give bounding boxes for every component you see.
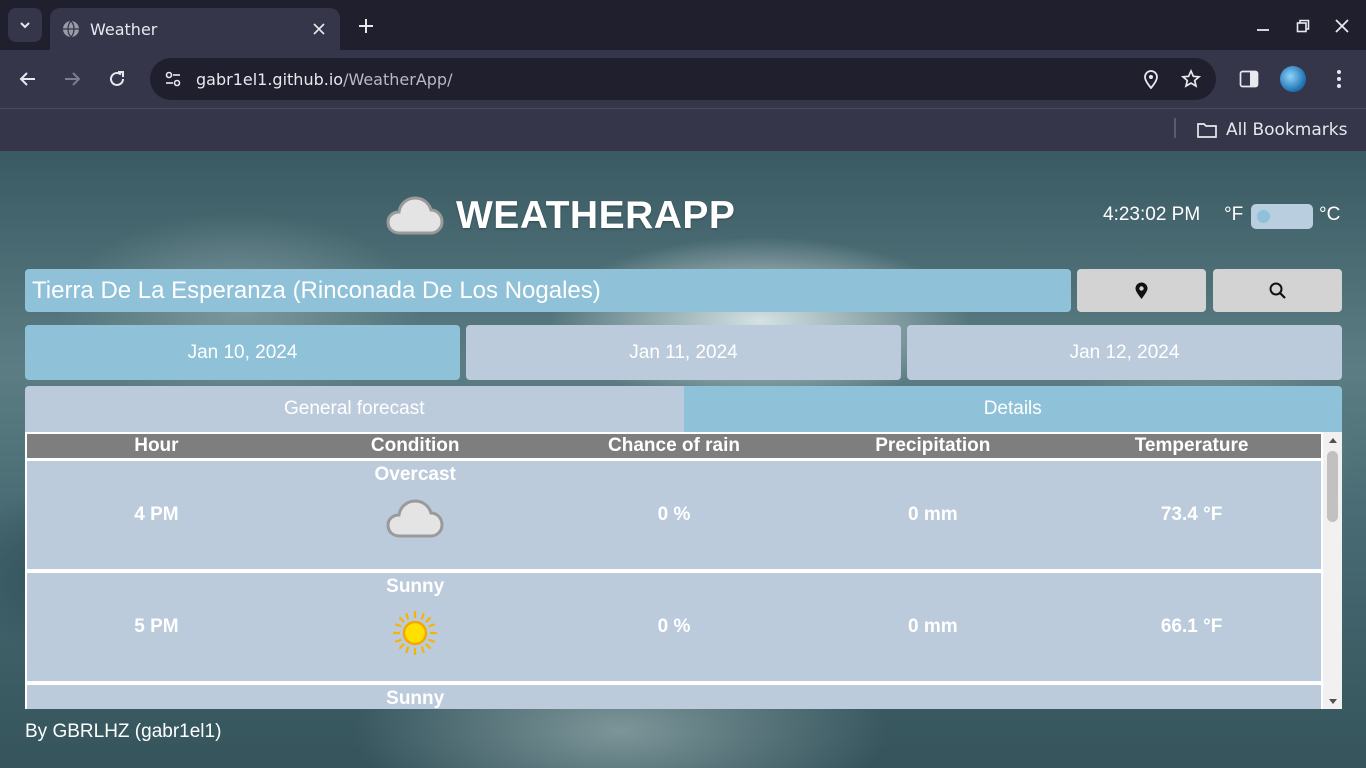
minimize-button[interactable] <box>1249 12 1277 40</box>
profile-avatar[interactable] <box>1280 66 1306 92</box>
new-tab-button[interactable] <box>352 12 380 40</box>
hour-cell: 4 PM <box>27 461 286 569</box>
table-header: Hour Condition Chance of rain Precipitat… <box>27 434 1321 458</box>
url-host: gabr1el1.github.io <box>196 70 343 89</box>
cloud-icon <box>386 195 444 237</box>
condition-cell: Sunny <box>286 573 545 681</box>
footer-credit: By GBRLHZ (gabr1el1) <box>25 721 221 743</box>
arrow-left-icon <box>19 70 37 88</box>
day-tab-2[interactable]: Jan 11, 2024 <box>466 325 901 380</box>
forecast-table: Hour Condition Chance of rain Precipitat… <box>25 432 1342 709</box>
reload-button[interactable] <box>102 64 132 94</box>
condition-text: Sunny <box>386 688 444 709</box>
forward-button[interactable] <box>57 64 87 94</box>
more-vertical-icon <box>1336 69 1342 89</box>
folder-icon <box>1196 121 1218 139</box>
close-icon <box>1335 19 1349 33</box>
browser-toolbar: gabr1el1.github.io/WeatherApp/ <box>0 50 1366 108</box>
tab-general-forecast[interactable]: General forecast <box>25 386 684 432</box>
url-text: gabr1el1.github.io/WeatherApp/ <box>196 70 1136 89</box>
sun-icon <box>392 610 438 656</box>
back-button[interactable] <box>13 64 43 94</box>
browser-menu-button[interactable] <box>1324 64 1354 94</box>
restore-button[interactable] <box>1289 12 1317 40</box>
browser-tab[interactable]: Weather <box>50 8 340 50</box>
unit-fahrenheit-label: °F <box>1224 204 1243 226</box>
cloud-icon <box>385 498 445 540</box>
site-info-icon[interactable] <box>158 64 188 94</box>
all-bookmarks-label: All Bookmarks <box>1226 120 1347 140</box>
reload-icon <box>108 70 126 88</box>
side-panel-button[interactable] <box>1234 64 1264 94</box>
header-precipitation: Precipitation <box>803 434 1062 458</box>
condition-cell: Overcast <box>286 461 545 569</box>
bookmark-star-icon[interactable] <box>1176 64 1206 94</box>
address-bar[interactable]: gabr1el1.github.io/WeatherApp/ <box>150 58 1216 100</box>
weather-app-page: WEATHERAPP 4:23:02 PM °F °C Tierra De La… <box>0 151 1366 768</box>
temperature-cell: 73.4 °F <box>1062 461 1321 569</box>
unit-celsius-label: °C <box>1319 204 1340 226</box>
precipitation-cell <box>803 685 1062 709</box>
restore-icon <box>1296 19 1310 33</box>
bookmarks-bar: All Bookmarks <box>0 108 1366 151</box>
plus-icon <box>358 18 374 34</box>
location-search-input[interactable]: Tierra De La Esperanza (Rinconada De Los… <box>25 269 1071 312</box>
unit-toggle-switch[interactable] <box>1251 204 1313 229</box>
table-row: Sunny <box>27 685 1321 709</box>
hour-cell <box>27 685 286 709</box>
scroll-down-arrow-icon[interactable] <box>1323 693 1342 709</box>
precipitation-cell: 0 mm <box>803 461 1062 569</box>
day-tab-1[interactable]: Jan 10, 2024 <box>25 325 460 380</box>
rain-chance-cell <box>545 685 804 709</box>
scroll-up-arrow-icon[interactable] <box>1323 432 1342 448</box>
all-bookmarks-button[interactable]: All Bookmarks <box>1196 115 1347 145</box>
header-chance-of-rain: Chance of rain <box>545 434 804 458</box>
tab-close-icon[interactable] <box>310 20 328 38</box>
table-row: 5 PM Sunny 0 % 0 mm 6 <box>27 573 1321 681</box>
temperature-cell <box>1062 685 1321 709</box>
header-temperature: Temperature <box>1062 434 1321 458</box>
scrollbar-thumb[interactable] <box>1327 451 1338 522</box>
condition-text: Sunny <box>386 576 444 598</box>
view-tabs: General forecast Details <box>25 386 1342 432</box>
app-logo: WEATHERAPP <box>386 191 735 241</box>
precipitation-cell: 0 mm <box>803 573 1062 681</box>
table-row: 4 PM Overcast 0 % 0 mm 73.4 °F <box>27 461 1321 569</box>
rain-chance-cell: 0 % <box>545 573 804 681</box>
table-scrollbar[interactable] <box>1323 432 1342 709</box>
header-hour: Hour <box>27 434 286 458</box>
url-path: /WeatherApp/ <box>343 70 452 89</box>
hour-cell: 5 PM <box>27 573 286 681</box>
current-location-button[interactable] <box>1077 269 1206 312</box>
map-pin-icon <box>1135 282 1148 300</box>
current-time: 4:23:02 PM <box>1103 204 1200 226</box>
toggle-knob <box>1257 210 1270 223</box>
app-title: WEATHERAPP <box>456 194 735 238</box>
globe-icon <box>62 20 80 38</box>
tab-search-button[interactable] <box>8 8 42 42</box>
minimize-icon <box>1256 19 1270 33</box>
condition-cell: Sunny <box>286 685 545 709</box>
tab-details[interactable]: Details <box>684 386 1343 432</box>
bookmarks-separator <box>1174 118 1176 138</box>
header-condition: Condition <box>286 434 545 458</box>
search-icon <box>1269 282 1286 299</box>
arrow-right-icon <box>63 70 81 88</box>
close-window-button[interactable] <box>1328 12 1356 40</box>
search-button[interactable] <box>1213 269 1342 312</box>
chevron-down-icon <box>18 18 32 32</box>
location-pin-icon[interactable] <box>1136 64 1166 94</box>
side-panel-icon <box>1239 70 1259 88</box>
rain-chance-cell: 0 % <box>545 461 804 569</box>
browser-tab-bar: Weather <box>0 0 1366 50</box>
day-tab-3[interactable]: Jan 12, 2024 <box>907 325 1342 380</box>
condition-text: Overcast <box>375 464 456 486</box>
temperature-cell: 66.1 °F <box>1062 573 1321 681</box>
tab-title: Weather <box>90 20 310 39</box>
